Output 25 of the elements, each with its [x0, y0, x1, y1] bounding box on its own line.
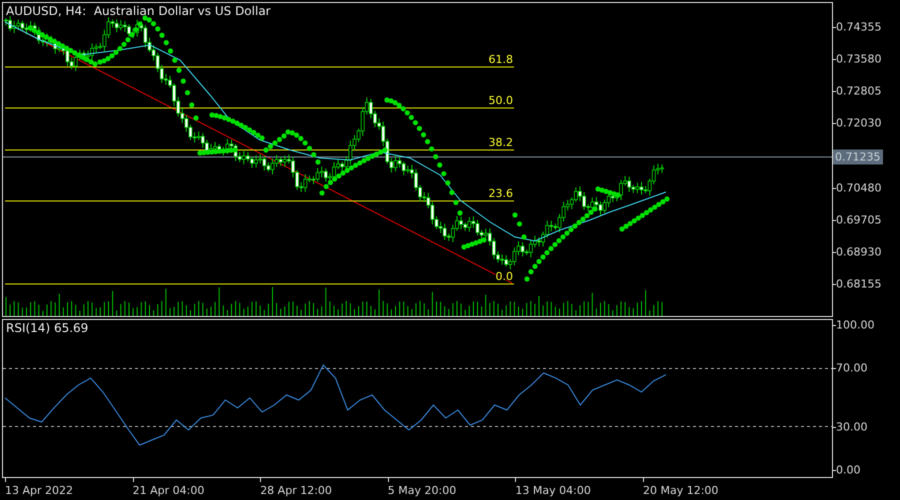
- price-axis-label: 0.72030: [836, 116, 882, 130]
- fibonacci-level-label: 23.6: [488, 187, 513, 200]
- fibonacci-level-label: 61.8: [488, 53, 513, 66]
- time-axis-label: 20 May 12:00: [643, 484, 718, 497]
- price-axis-label: 0.68155: [836, 277, 882, 290]
- fibonacci-level-label: 38.2: [488, 136, 513, 149]
- price-axis-label: 0.69705: [836, 213, 882, 226]
- time-axis-label: 13 May 04:00: [515, 484, 591, 497]
- chart-title: AUDUSD, H4: Australian Dollar vs US Dollar: [6, 4, 271, 18]
- time-axis-label: 5 May 20:00: [388, 484, 456, 497]
- time-axis-label: 21 Apr 04:00: [132, 484, 204, 497]
- current-price-label: 0.71235: [833, 150, 882, 164]
- price-axis-label: 0.70480: [836, 181, 882, 194]
- rsi-axis-label: 0.00: [836, 464, 860, 477]
- rsi-axis-label: 30.00: [836, 420, 868, 433]
- price-axis-label: 0.73580: [836, 52, 882, 66]
- time-axis-label: 28 Apr 12:00: [260, 484, 332, 497]
- rsi-title: RSI(14) 65.69: [6, 321, 88, 335]
- fibonacci-level-label: 50.0: [488, 94, 513, 107]
- price-axis-label: 0.72805: [836, 84, 882, 98]
- price-axis-label: 0.74355: [836, 20, 882, 34]
- rsi-axis-label: 100.00: [836, 318, 874, 332]
- price-axis-label: 0.68930: [836, 245, 882, 258]
- rsi-axis-label: 70.00: [836, 362, 868, 375]
- time-axis-label: 13 Apr 2022: [5, 484, 74, 497]
